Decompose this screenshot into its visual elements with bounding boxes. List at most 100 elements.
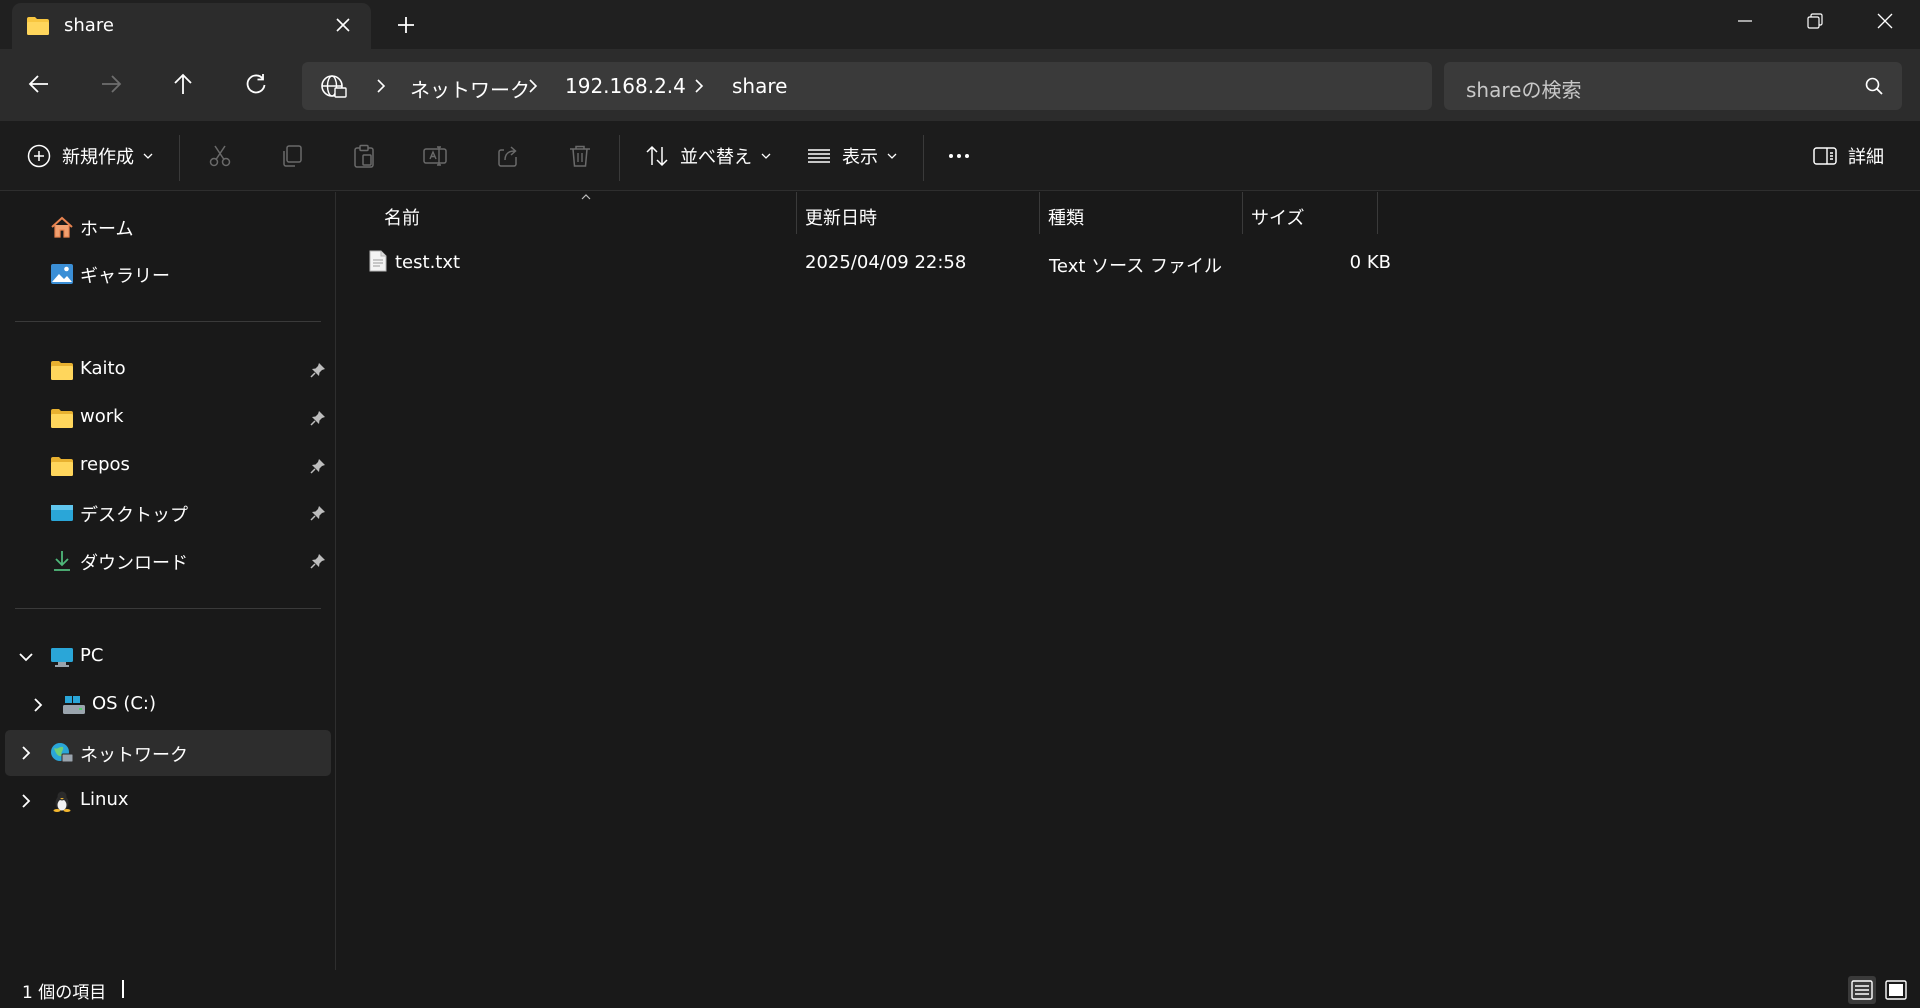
chevron-down-icon bbox=[143, 153, 153, 159]
cut-button[interactable] bbox=[207, 121, 233, 191]
arrow-left-icon bbox=[28, 75, 48, 93]
details-view-icon bbox=[1851, 980, 1873, 1000]
download-icon bbox=[54, 551, 70, 571]
breadcrumb-share[interactable]: share bbox=[732, 74, 787, 98]
plus-icon[interactable] bbox=[394, 13, 418, 37]
sidebar-item-linux[interactable]: Linux bbox=[5, 778, 331, 824]
navigation-bar: ネットワーク 192.168.2.4 share shareの検索 bbox=[0, 49, 1920, 121]
sidebar-item-os-drive[interactable]: OS (C:) bbox=[5, 682, 331, 728]
sidebar-item-label: ダウンロード bbox=[80, 553, 188, 574]
pin-icon[interactable] bbox=[310, 362, 326, 378]
sidebar-item-label: Linux bbox=[80, 789, 129, 810]
chevron-down-icon[interactable] bbox=[17, 648, 35, 666]
more-button[interactable] bbox=[946, 121, 972, 191]
details-button[interactable]: 詳細 bbox=[1812, 121, 1884, 191]
status-bar: 1 個の項目 bbox=[0, 970, 1920, 1008]
chevron-right-icon[interactable] bbox=[17, 744, 35, 762]
tab-share[interactable]: share bbox=[12, 3, 371, 49]
forward-button[interactable] bbox=[98, 71, 128, 101]
sidebar-item-label: デスクトップ bbox=[80, 505, 188, 526]
chevron-down-icon bbox=[887, 153, 897, 159]
paste-button[interactable] bbox=[351, 121, 377, 191]
chevron-right-icon[interactable] bbox=[526, 77, 540, 95]
sidebar-item-kaito[interactable]: Kaito bbox=[5, 347, 331, 393]
sidebar-item-label: work bbox=[80, 406, 124, 427]
column-label: 種類 bbox=[1048, 208, 1084, 229]
pc-icon bbox=[51, 648, 73, 667]
sidebar-item-label: ホーム bbox=[80, 219, 134, 240]
close-icon bbox=[1877, 13, 1893, 29]
chevron-down-icon bbox=[761, 153, 771, 159]
up-button[interactable] bbox=[170, 71, 200, 101]
column-label: 名前 bbox=[384, 208, 420, 229]
chevron-right-icon[interactable] bbox=[29, 696, 47, 714]
refresh-button[interactable] bbox=[243, 71, 273, 101]
sidebar-item-pc[interactable]: PC bbox=[5, 634, 331, 680]
delete-icon bbox=[570, 145, 590, 167]
view-button[interactable]: 表示 bbox=[806, 121, 898, 191]
column-label: 更新日時 bbox=[805, 208, 877, 229]
sidebar-item-desktop[interactable]: デスクトップ bbox=[5, 490, 331, 536]
search-icon[interactable] bbox=[1864, 76, 1884, 96]
sidebar-item-label: ギャラリー bbox=[80, 266, 170, 287]
pin-icon[interactable] bbox=[310, 410, 326, 426]
linux-icon bbox=[53, 791, 71, 812]
rename-button[interactable] bbox=[422, 121, 448, 191]
details-view-button[interactable] bbox=[1848, 976, 1876, 1004]
pin-icon[interactable] bbox=[310, 553, 326, 569]
search-box[interactable]: shareの検索 bbox=[1444, 62, 1902, 110]
copy-button[interactable] bbox=[279, 121, 305, 191]
drive-icon bbox=[63, 696, 85, 714]
folder-icon bbox=[51, 361, 73, 380]
delete-button[interactable] bbox=[567, 121, 593, 191]
sidebar-item-label: PC bbox=[80, 645, 104, 666]
back-button[interactable] bbox=[26, 71, 56, 101]
details-label: 詳細 bbox=[1848, 147, 1884, 168]
column-label: サイズ bbox=[1251, 208, 1305, 229]
refresh-icon bbox=[246, 74, 266, 94]
search-input[interactable]: shareの検索 bbox=[1466, 74, 1581, 103]
pin-icon[interactable] bbox=[310, 458, 326, 474]
address-bar[interactable]: ネットワーク 192.168.2.4 share bbox=[302, 62, 1432, 110]
column-header-type[interactable]: 種類 bbox=[1039, 192, 1242, 234]
sort-button[interactable]: 並べ替え bbox=[644, 121, 772, 191]
column-header-name[interactable]: 名前 bbox=[337, 192, 796, 234]
table-row[interactable]: test.txt 2025/04/09 22:58 Text ソース ファイル … bbox=[357, 242, 1717, 284]
sidebar-item-downloads[interactable]: ダウンロード bbox=[5, 538, 331, 584]
new-button[interactable]: 新規作成 bbox=[26, 121, 154, 191]
item-count: 1 個の項目 bbox=[22, 983, 107, 1003]
divider bbox=[15, 321, 321, 322]
folder-icon bbox=[27, 17, 49, 35]
minimize-button[interactable] bbox=[1710, 0, 1780, 44]
file-size: 0 KB bbox=[1349, 252, 1391, 273]
large-icons-view-button[interactable] bbox=[1882, 976, 1910, 1004]
pin-icon[interactable] bbox=[310, 505, 326, 521]
column-header-size[interactable]: サイズ bbox=[1242, 192, 1377, 234]
restore-button[interactable] bbox=[1780, 0, 1850, 44]
sidebar-item-network[interactable]: ネットワーク bbox=[5, 730, 331, 776]
file-list: 名前 更新日時 種類 サイズ test.txt 2025/04/09 22:58… bbox=[337, 192, 1920, 970]
sidebar-item-repos[interactable]: repos bbox=[5, 443, 331, 489]
command-bar: 新規作成 並べ替え 表示 詳細 bbox=[0, 121, 1920, 191]
share-button[interactable] bbox=[495, 121, 521, 191]
column-header-modified[interactable]: 更新日時 bbox=[796, 192, 1039, 234]
column-divider[interactable] bbox=[1377, 192, 1378, 234]
chevron-right-icon[interactable] bbox=[17, 792, 35, 810]
sidebar-item-gallery[interactable]: ギャラリー bbox=[5, 251, 331, 297]
sidebar-item-label: OS (C:) bbox=[92, 693, 156, 714]
breadcrumb-host[interactable]: 192.168.2.4 bbox=[565, 74, 686, 98]
chevron-right-icon[interactable] bbox=[692, 77, 706, 95]
view-label: 表示 bbox=[842, 147, 878, 168]
sidebar-item-label: repos bbox=[80, 454, 130, 475]
tab-title: share bbox=[64, 15, 114, 36]
tab-close-icon[interactable] bbox=[333, 15, 353, 35]
copy-icon bbox=[283, 145, 302, 167]
file-name: test.txt bbox=[395, 252, 461, 273]
breadcrumb-network[interactable]: ネットワーク bbox=[410, 74, 530, 103]
sidebar-item-home[interactable]: ホーム bbox=[5, 204, 331, 250]
sidebar-item-work[interactable]: work bbox=[5, 395, 331, 441]
title-bar: share bbox=[0, 0, 1920, 49]
close-button[interactable] bbox=[1850, 0, 1920, 44]
file-modified: 2025/04/09 22:58 bbox=[805, 252, 967, 273]
folder-icon bbox=[51, 457, 73, 476]
